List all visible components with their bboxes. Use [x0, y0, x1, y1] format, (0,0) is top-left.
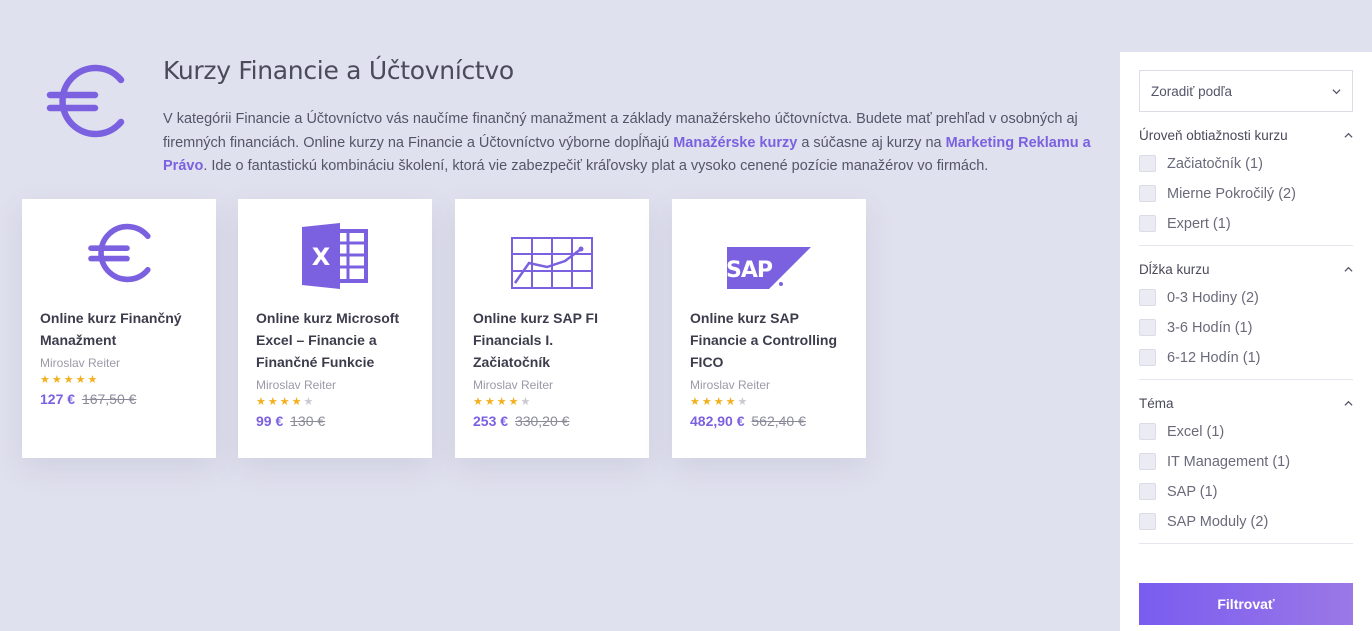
filter-option[interactable]: Excel (1): [1139, 422, 1353, 441]
filter-group-length: Dĺžka kurzu 0-3 Hodiny (2) 3-6 Hodín (1)…: [1139, 262, 1353, 380]
rating-stars: ★★★★★: [256, 396, 316, 408]
course-card[interactable]: Online kurz Finančný Manažment Miroslav …: [22, 199, 216, 458]
filter-sidebar: Zoradiť podľa Úroveň obtiažnosti kurzu Z…: [1120, 52, 1372, 631]
course-price: 99 € 130 €: [256, 413, 326, 429]
course-card[interactable]: X Online kurz Microsoft Excel – Financie…: [238, 199, 432, 458]
checkbox[interactable]: [1139, 513, 1156, 530]
checkbox[interactable]: [1139, 319, 1156, 336]
course-price: 482,90 € 562,40 €: [690, 413, 806, 429]
filter-option[interactable]: Začiatočník (1): [1139, 154, 1353, 173]
filter-group-topic: Téma Excel (1) IT Management (1) SAP (1)…: [1139, 396, 1353, 544]
sort-select[interactable]: Zoradiť podľa: [1139, 70, 1353, 112]
link-manazerske-kurzy[interactable]: Manažérske kurzy: [673, 135, 797, 151]
svg-text:SAP: SAP: [727, 258, 773, 283]
page-description: V kategórii Financie a Účtovníctvo vás n…: [163, 111, 1091, 174]
filter-group-difficulty: Úroveň obtiažnosti kurzu Začiatočník (1)…: [1139, 128, 1353, 246]
course-title[interactable]: Online kurz Microsoft Excel – Financie a…: [256, 307, 414, 373]
filter-option[interactable]: IT Management (1): [1139, 452, 1353, 471]
chevron-up-icon: [1344, 400, 1353, 406]
filter-option[interactable]: 0-3 Hodiny (2): [1139, 288, 1353, 307]
filter-button[interactable]: Filtrovať: [1139, 583, 1353, 625]
filter-group-header[interactable]: Téma: [1139, 396, 1353, 411]
checkbox[interactable]: [1139, 215, 1156, 232]
course-title[interactable]: Online kurz SAP Financie a Controlling F…: [690, 307, 848, 373]
filter-option[interactable]: SAP (1): [1139, 482, 1353, 501]
chevron-up-icon: [1344, 132, 1353, 138]
sap-fi-chart-icon: [511, 237, 593, 289]
course-card[interactable]: SAP Online kurz SAP Financie a Controlli…: [672, 199, 866, 458]
svg-text:X: X: [312, 243, 331, 271]
euro-icon: [46, 64, 125, 138]
course-price: 127 € 167,50 €: [40, 391, 137, 407]
checkbox[interactable]: [1139, 185, 1156, 202]
course-card[interactable]: Online kurz SAP FI Financials I. Začiato…: [455, 199, 649, 458]
rating-stars: ★★★★★: [40, 374, 100, 386]
checkbox[interactable]: [1139, 155, 1156, 172]
filter-option[interactable]: 3-6 Hodín (1): [1139, 318, 1353, 337]
filter-group-header[interactable]: Dĺžka kurzu: [1139, 262, 1353, 277]
course-author: Miroslav Reiter: [40, 356, 121, 370]
euro-icon: [88, 223, 151, 283]
filter-option[interactable]: Expert (1): [1139, 214, 1353, 233]
checkbox[interactable]: [1139, 289, 1156, 306]
filter-group-header[interactable]: Úroveň obtiažnosti kurzu: [1139, 128, 1353, 143]
course-price: 253 € 330,20 €: [473, 413, 570, 429]
course-author: Miroslav Reiter: [256, 378, 337, 392]
chevron-down-icon: [1332, 88, 1341, 94]
checkbox[interactable]: [1139, 423, 1156, 440]
rating-stars: ★★★★★: [690, 396, 750, 408]
filter-option[interactable]: Mierne Pokročilý (2): [1139, 184, 1353, 203]
checkbox[interactable]: [1139, 349, 1156, 366]
sap-logo-icon: SAP: [727, 247, 811, 289]
course-title[interactable]: Online kurz SAP FI Financials I. Začiato…: [473, 307, 631, 373]
checkbox[interactable]: [1139, 483, 1156, 500]
filter-option[interactable]: 6-12 Hodín (1): [1139, 348, 1353, 367]
chevron-up-icon: [1344, 266, 1353, 272]
rating-stars: ★★★★★: [473, 396, 533, 408]
page-title: Kurzy Financie a Účtovníctvo: [163, 56, 514, 85]
excel-icon: X: [302, 223, 368, 289]
filter-option[interactable]: SAP Moduly (2): [1139, 512, 1353, 531]
course-title[interactable]: Online kurz Finančný Manažment: [40, 307, 198, 351]
course-author: Miroslav Reiter: [473, 378, 554, 392]
checkbox[interactable]: [1139, 453, 1156, 470]
course-author: Miroslav Reiter: [690, 378, 771, 392]
